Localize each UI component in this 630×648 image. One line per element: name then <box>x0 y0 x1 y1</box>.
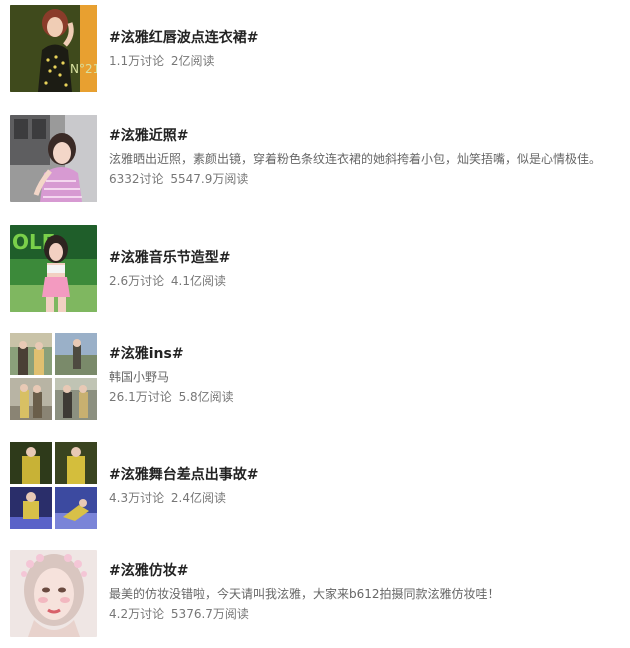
topic-thumbnail-grid[interactable] <box>10 442 98 530</box>
topic-thumbnail[interactable] <box>10 550 97 637</box>
topic-title[interactable]: #泫雅ins# <box>109 345 620 363</box>
topic-text: #泫雅ins# 韩国小野马 26.1万讨论 5.8亿阅读 <box>109 345 620 405</box>
grid-photo <box>10 378 52 420</box>
discuss-count: 26.1万讨论 <box>109 390 172 404</box>
topic-text: #泫雅舞台差点出事故# 4.3万讨论 2.4亿阅读 <box>109 466 620 506</box>
topic-item[interactable]: #泫雅ins# 韩国小野马 26.1万讨论 5.8亿阅读 <box>0 333 630 423</box>
topic-title[interactable]: #泫雅音乐节造型# <box>109 249 620 267</box>
topic-text: #泫雅近照# 泫雅晒出近照，素颜出镜，穿着粉色条纹连衣裙的她斜挎着小包，灿笑捂嘴… <box>109 127 620 187</box>
topic-title[interactable]: #泫雅舞台差点出事故# <box>109 466 620 484</box>
topic-stats: 6332讨论 5547.9万阅读 <box>109 171 620 187</box>
read-count: 5.8亿阅读 <box>178 390 234 404</box>
topic-title[interactable]: #泫雅红唇波点连衣裙# <box>109 29 620 47</box>
read-count: 5547.9万阅读 <box>170 172 249 186</box>
topic-item[interactable]: #泫雅近照# 泫雅晒出近照，素颜出镜，穿着粉色条纹连衣裙的她斜挎着小包，灿笑捂嘴… <box>0 115 630 205</box>
read-count: 5376.7万阅读 <box>170 607 249 621</box>
grid-photo <box>55 487 97 529</box>
discuss-count: 4.2万讨论 <box>109 607 165 621</box>
topic-title[interactable]: #泫雅近照# <box>109 127 620 145</box>
discuss-count: 6332讨论 <box>109 172 164 186</box>
discuss-count: 4.3万讨论 <box>109 491 165 505</box>
grid-photo <box>10 333 52 375</box>
topic-stats: 4.2万讨论 5376.7万阅读 <box>109 606 620 622</box>
topic-text: #泫雅仿妆# 最美的仿妆没错啦，今天请叫我泫雅，大家来b612拍摄同款泫雅仿妆哇… <box>109 562 620 622</box>
read-count: 2亿阅读 <box>170 54 215 68</box>
topic-thumbnail[interactable] <box>10 115 97 202</box>
grid-photo <box>55 442 97 484</box>
topic-thumbnail[interactable]: N°21 <box>10 5 97 92</box>
grid-photo <box>55 333 97 375</box>
read-count: 2.4亿阅读 <box>170 491 227 505</box>
topic-stats: 2.6万讨论 4.1亿阅读 <box>109 273 620 289</box>
topic-stats: 1.1万讨论 2亿阅读 <box>109 53 620 69</box>
topic-item[interactable]: N°21 #泫雅红唇波点连衣裙# 1.1万讨论 2亿阅读 <box>0 5 630 95</box>
topic-stats: 26.1万讨论 5.8亿阅读 <box>109 389 620 405</box>
read-count: 4.1亿阅读 <box>170 274 227 288</box>
topic-thumbnail-grid[interactable] <box>10 333 98 421</box>
discuss-count: 2.6万讨论 <box>109 274 165 288</box>
discuss-count: 1.1万讨论 <box>109 54 165 68</box>
grid-photo <box>10 487 52 529</box>
topic-text: #泫雅音乐节造型# 2.6万讨论 4.1亿阅读 <box>109 249 620 289</box>
svg-text:N°21: N°21 <box>70 62 97 76</box>
topic-item[interactable]: OLE #泫雅音乐节造型# 2.6万讨论 4.1亿阅读 <box>0 225 630 315</box>
topic-text: #泫雅红唇波点连衣裙# 1.1万讨论 2亿阅读 <box>109 29 620 69</box>
topic-title[interactable]: #泫雅仿妆# <box>109 562 620 580</box>
topic-thumbnail[interactable]: OLE <box>10 225 97 312</box>
topic-item[interactable]: #泫雅舞台差点出事故# 4.3万讨论 2.4亿阅读 <box>0 442 630 532</box>
topic-feed: N°21 #泫雅红唇波点连衣裙# 1.1万讨论 2亿阅读 #泫雅近照# 泫雅晒出… <box>0 0 630 648</box>
topic-item[interactable]: #泫雅仿妆# 最美的仿妆没错啦，今天请叫我泫雅，大家来b612拍摄同款泫雅仿妆哇… <box>0 550 630 640</box>
grid-photo <box>55 378 97 420</box>
topic-description: 韩国小野马 <box>109 370 170 384</box>
topic-description: 最美的仿妆没错啦，今天请叫我泫雅，大家来b612拍摄同款泫雅仿妆哇！ <box>109 587 500 601</box>
topic-stats: 4.3万讨论 2.4亿阅读 <box>109 490 620 506</box>
grid-photo <box>10 442 52 484</box>
topic-description: 泫雅晒出近照，素颜出镜，穿着粉色条纹连衣裙的她斜挎着小包，灿笑捂嘴，似是心情极佳… <box>109 152 602 166</box>
